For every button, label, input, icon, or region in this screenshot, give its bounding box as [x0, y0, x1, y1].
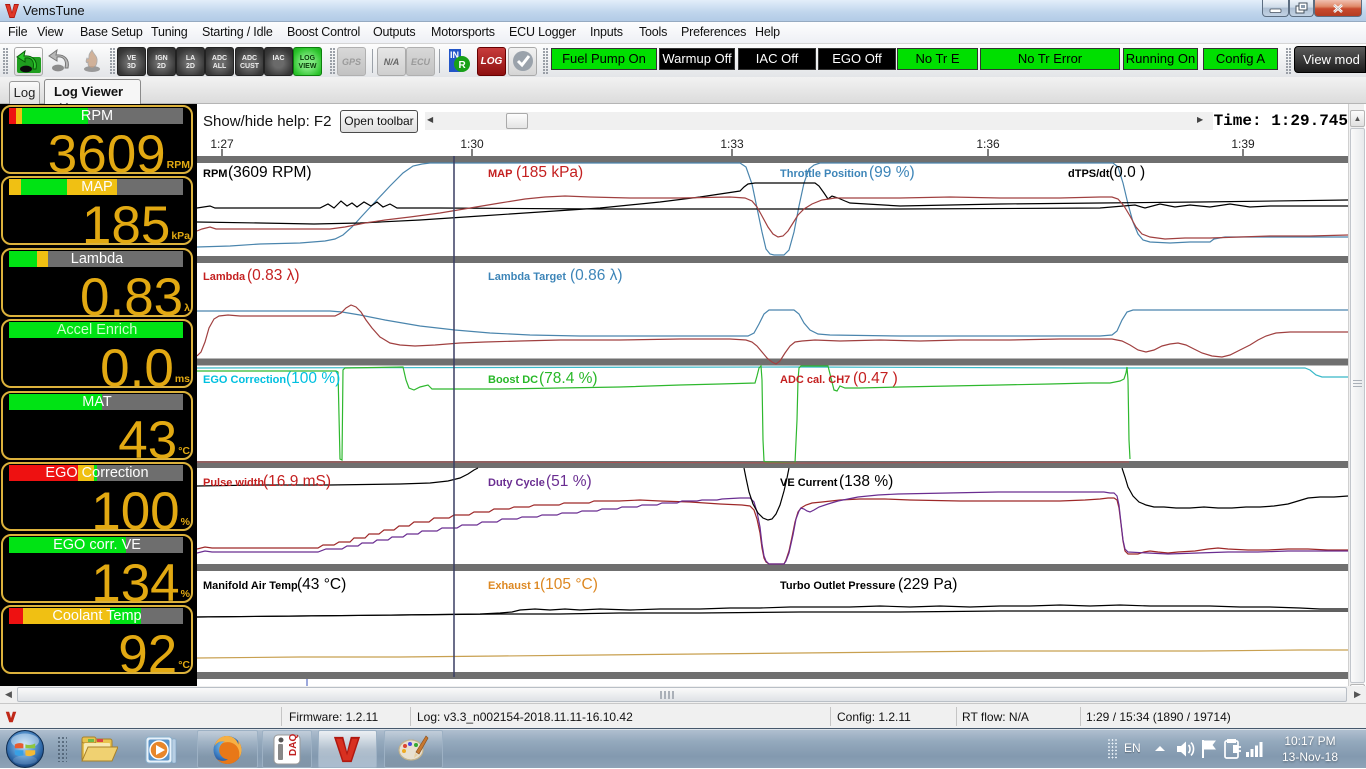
svg-text:DAQ: DAQ — [288, 734, 299, 756]
svg-text:Pulse width: Pulse width — [203, 477, 264, 489]
svg-text:(16.9 mS): (16.9 mS) — [263, 473, 331, 490]
svg-text:Lambda Target: Lambda Target — [488, 271, 566, 283]
svg-text:(0.47 ): (0.47 ) — [853, 370, 898, 387]
svg-text:(99 %): (99 %) — [869, 164, 915, 181]
svg-text:(0.83 λ): (0.83 λ) — [247, 267, 300, 284]
svg-text:R: R — [459, 60, 467, 71]
svg-text:Duty Cycle: Duty Cycle — [488, 477, 545, 489]
svg-text:Exhaust 1: Exhaust 1 — [488, 580, 540, 592]
svg-text:VE Current: VE Current — [780, 477, 838, 489]
svg-text:(3609 RPM): (3609 RPM) — [228, 164, 312, 181]
svg-text:Manifold Air Temp: Manifold Air Temp — [203, 580, 298, 592]
svg-text:Lambda: Lambda — [203, 271, 246, 283]
svg-text:Throttle Position: Throttle Position — [780, 168, 868, 180]
svg-text:RPM: RPM — [203, 168, 227, 180]
svg-text:(78.4 %): (78.4 %) — [539, 370, 598, 387]
svg-text:(229 Pa): (229 Pa) — [898, 576, 957, 593]
svg-text:(185 kPa): (185 kPa) — [516, 164, 583, 181]
svg-text:dTPS/dt: dTPS/dt — [1068, 168, 1110, 180]
svg-text:(105 °C): (105 °C) — [540, 576, 598, 593]
svg-text:EGO Correction: EGO Correction — [203, 374, 286, 386]
svg-text:(0.0 ): (0.0 ) — [1109, 164, 1145, 181]
svg-text:Turbo Outlet Pressure: Turbo Outlet Pressure — [780, 580, 895, 592]
svg-text:(51 %): (51 %) — [546, 473, 592, 490]
svg-text:(43 °C): (43 °C) — [297, 576, 346, 593]
svg-text:(0.86 λ): (0.86 λ) — [570, 267, 623, 284]
svg-text:(138 %): (138 %) — [839, 473, 893, 490]
svg-text:(100 %): (100 %) — [286, 370, 340, 387]
svg-text:Boost DC: Boost DC — [488, 374, 538, 386]
svg-text:ADC cal. CH7: ADC cal. CH7 — [780, 374, 850, 386]
svg-text:MAP: MAP — [488, 168, 512, 180]
